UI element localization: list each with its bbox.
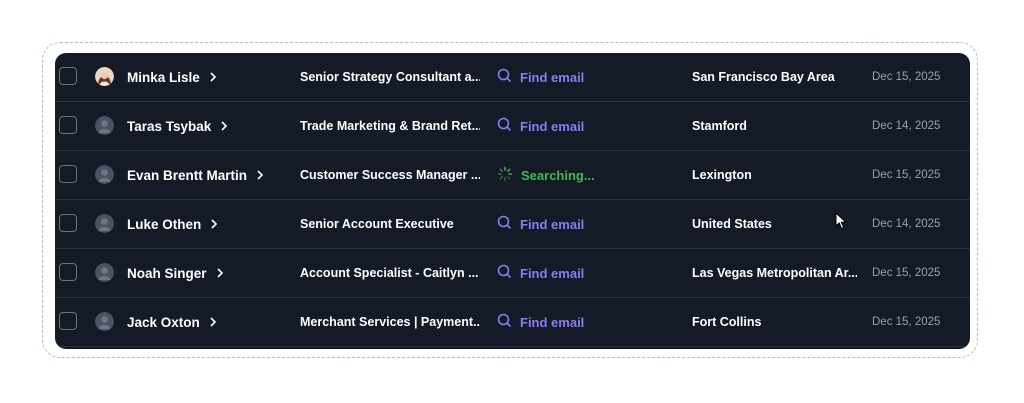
find-email-button[interactable]: Find email bbox=[497, 298, 584, 346]
contact-name-text: Taras Tsybak bbox=[127, 118, 212, 134]
find-email-label: Find email bbox=[520, 118, 585, 134]
avatar bbox=[95, 263, 114, 282]
location: Lexington bbox=[692, 168, 752, 182]
job-title: Senior Account Executive bbox=[300, 217, 454, 231]
contact-name[interactable]: Evan Brentt Martin bbox=[127, 151, 264, 199]
contact-name[interactable]: Luke Othen bbox=[127, 200, 218, 248]
row-checkbox[interactable] bbox=[59, 263, 77, 281]
contact-name[interactable]: Jack Oxton bbox=[127, 298, 217, 346]
table-row[interactable]: Evan Brentt Martin Customer Success Mana… bbox=[55, 151, 970, 200]
location: Las Vegas Metropolitan Ar... bbox=[692, 266, 857, 280]
table-row[interactable]: Jack Oxton Merchant Services | Payment..… bbox=[55, 298, 970, 347]
table-row[interactable]: Taras Tsybak Trade Marketing & Brand Ret… bbox=[55, 102, 970, 151]
location: Fort Collins bbox=[692, 315, 762, 329]
search-icon bbox=[497, 117, 520, 135]
date: Dec 14, 2025 bbox=[872, 218, 941, 230]
contacts-table: Minka Lisle Senior Strategy Consultant a… bbox=[55, 53, 970, 349]
search-icon bbox=[497, 215, 520, 233]
contact-name[interactable]: Taras Tsybak bbox=[127, 102, 228, 150]
contact-name-text: Noah Singer bbox=[127, 265, 207, 281]
spinner-icon bbox=[497, 166, 521, 185]
table-row[interactable]: Minka Lisle Senior Strategy Consultant a… bbox=[55, 53, 970, 102]
chevron-right-icon bbox=[220, 121, 228, 131]
job-title: Account Specialist - Caitlyn ... bbox=[300, 266, 479, 280]
location: San Francisco Bay Area bbox=[692, 70, 835, 84]
chevron-right-icon bbox=[209, 72, 217, 82]
chevron-right-icon bbox=[209, 317, 217, 327]
find-email-label: Find email bbox=[520, 314, 585, 330]
searching-status: Searching... bbox=[497, 151, 595, 199]
contact-name-text: Minka Lisle bbox=[127, 69, 200, 85]
find-email-button[interactable]: Find email bbox=[497, 200, 584, 248]
date: Dec 15, 2025 bbox=[872, 316, 941, 328]
job-title: Customer Success Manager ... bbox=[300, 168, 480, 182]
row-checkbox[interactable] bbox=[59, 165, 77, 183]
chevron-right-icon bbox=[256, 170, 264, 180]
search-icon bbox=[497, 68, 520, 86]
row-checkbox[interactable] bbox=[59, 312, 77, 330]
mouse-cursor-icon bbox=[835, 212, 847, 230]
date: Dec 15, 2025 bbox=[872, 267, 941, 279]
contact-name-text: Evan Brentt Martin bbox=[127, 167, 248, 183]
table-row[interactable]: Luke Othen Senior Account Executive Find… bbox=[55, 200, 970, 249]
avatar bbox=[95, 165, 114, 184]
contact-name-text: Luke Othen bbox=[127, 216, 202, 232]
job-title: Merchant Services | Payment... bbox=[300, 315, 480, 329]
find-email-button[interactable]: Find email bbox=[497, 249, 584, 297]
search-icon bbox=[497, 313, 520, 331]
row-checkbox[interactable] bbox=[59, 214, 77, 232]
searching-label: Searching... bbox=[521, 167, 595, 183]
chevron-right-icon bbox=[216, 268, 224, 278]
find-email-button[interactable]: Find email bbox=[497, 102, 584, 150]
find-email-button[interactable]: Find email bbox=[497, 53, 584, 101]
table-row[interactable]: Noah Singer Account Specialist - Caitlyn… bbox=[55, 249, 970, 298]
avatar bbox=[95, 116, 114, 135]
avatar bbox=[95, 312, 114, 331]
location: United States bbox=[692, 217, 772, 231]
job-title: Trade Marketing & Brand Ret... bbox=[300, 119, 480, 133]
location: Stamford bbox=[692, 119, 747, 133]
find-email-label: Find email bbox=[520, 216, 585, 232]
date: Dec 15, 2025 bbox=[872, 169, 941, 181]
find-email-label: Find email bbox=[520, 69, 585, 85]
job-title: Senior Strategy Consultant a... bbox=[300, 70, 480, 84]
search-icon bbox=[497, 264, 520, 282]
avatar bbox=[95, 214, 114, 233]
row-checkbox[interactable] bbox=[59, 67, 77, 85]
find-email-label: Find email bbox=[520, 265, 585, 281]
date: Dec 15, 2025 bbox=[872, 71, 941, 83]
contact-name[interactable]: Noah Singer bbox=[127, 249, 224, 297]
chevron-right-icon bbox=[210, 219, 218, 229]
row-checkbox[interactable] bbox=[59, 116, 77, 134]
date: Dec 14, 2025 bbox=[872, 120, 941, 132]
avatar bbox=[95, 67, 114, 86]
contact-name[interactable]: Minka Lisle bbox=[127, 53, 217, 101]
contact-name-text: Jack Oxton bbox=[127, 314, 200, 330]
